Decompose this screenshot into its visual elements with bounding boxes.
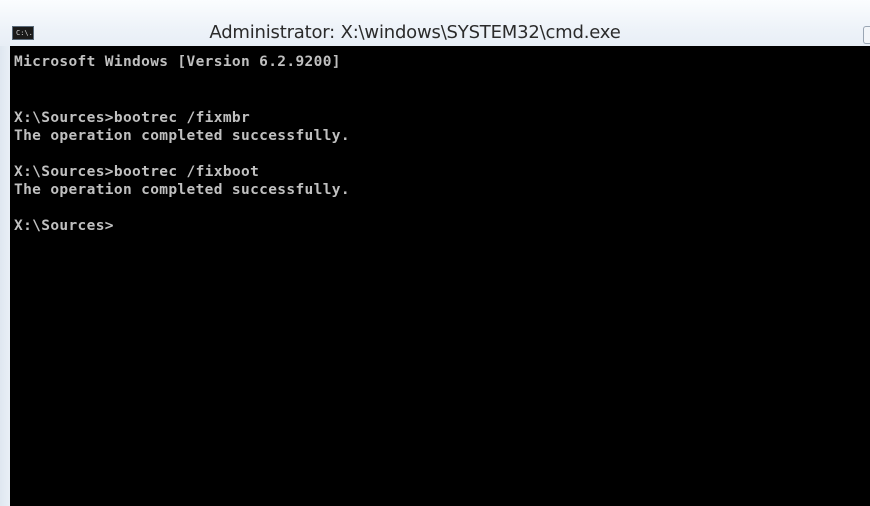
console-output[interactable]: Microsoft Windows [Version 6.2.9200] X:\… — [10, 46, 870, 506]
console-line: X:\Sources>bootrec /fixboot — [14, 164, 260, 180]
window-title: Administrator: X:\windows\SYSTEM32\cmd.e… — [0, 20, 870, 46]
window-control-button[interactable] — [863, 26, 870, 44]
console-line: X:\Sources>bootrec /fixmbr — [14, 110, 251, 126]
cmd-window: C:\. Administrator: X:\windows\SYSTEM32\… — [0, 0, 870, 506]
window-title-text: Administrator: X:\windows\SYSTEM32\cmd.e… — [209, 22, 621, 43]
window-frame-left — [0, 46, 10, 506]
console-line: The operation completed successfully. — [14, 182, 350, 198]
console-line: Microsoft Windows [Version 6.2.9200] — [14, 54, 341, 70]
title-bar[interactable]: C:\. Administrator: X:\windows\SYSTEM32\… — [0, 0, 870, 46]
console-line: The operation completed successfully. — [14, 128, 350, 144]
console-prompt[interactable]: X:\Sources> — [14, 216, 114, 236]
